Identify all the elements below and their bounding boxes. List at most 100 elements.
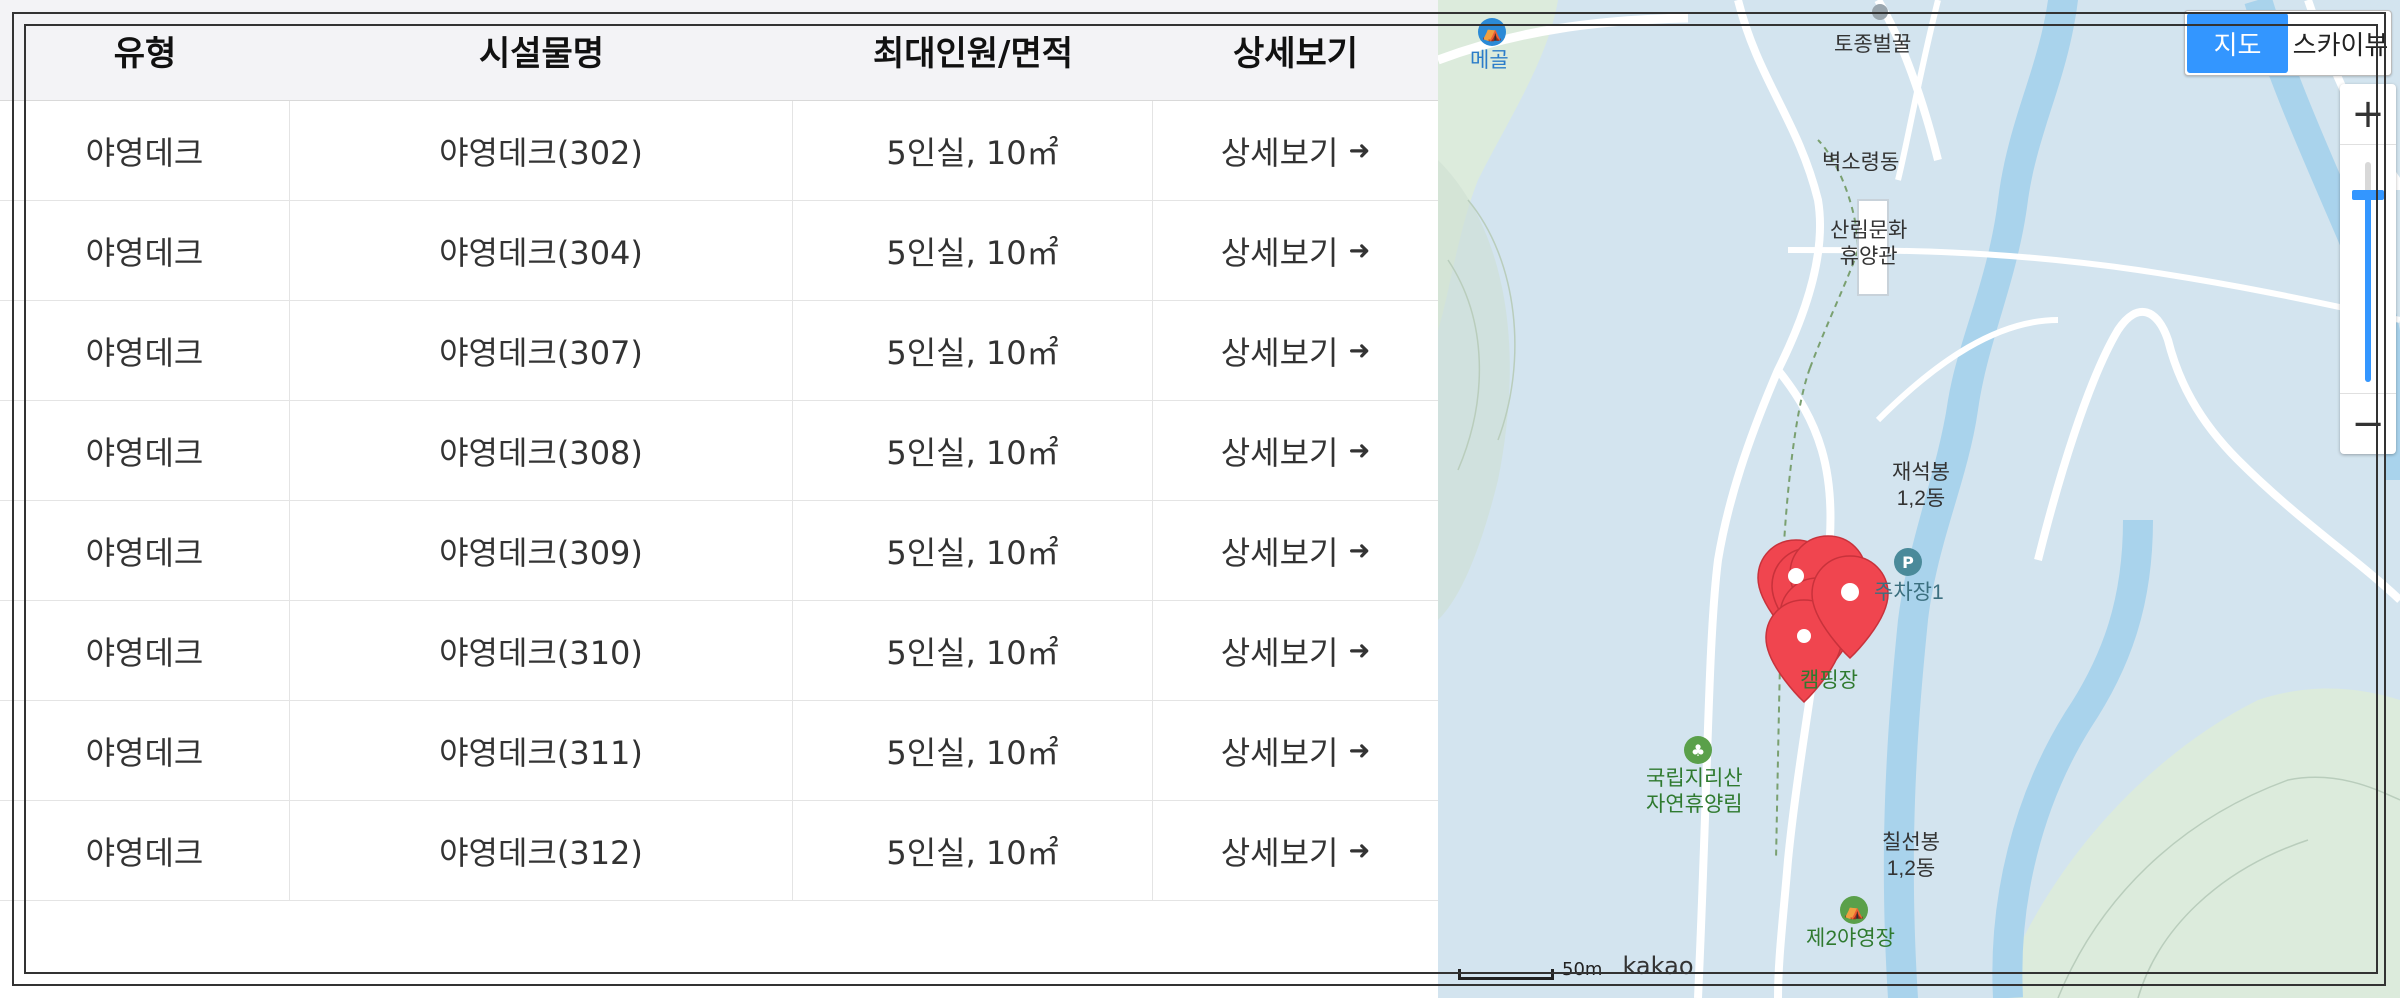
- scale-bar: [1458, 969, 1554, 980]
- kakao-logo: kakao: [1622, 952, 1694, 980]
- detail-link[interactable]: 상세보기 ➜: [1221, 228, 1371, 274]
- map-label-campsite2[interactable]: 제2야영장: [1806, 926, 1895, 952]
- map-view[interactable]: ⛺ 메골 토종벌꿀 벽소령동 산림문화 휴양관 재석봉 1,2동 P 주차장1 …: [1438, 0, 2400, 998]
- cell-name: 야영데크(309): [290, 501, 793, 600]
- campsite2-icon[interactable]: ⛺: [1840, 896, 1868, 924]
- map-type-toggle[interactable]: 지도 스카이뷰: [2184, 10, 2392, 76]
- cell-name: 야영데크(308): [290, 401, 793, 500]
- detail-link-label: 상세보기: [1220, 533, 1339, 572]
- arrow-right-icon: ➜: [1348, 335, 1371, 366]
- arrow-right-icon: ➜: [1348, 435, 1371, 466]
- map-label-tojong[interactable]: 토종벌꿀: [1834, 32, 1911, 58]
- cell-capacity: 5인실, 10㎡: [793, 801, 1153, 900]
- cell-detail: 상세보기 ➜: [1153, 301, 1438, 400]
- cell-type: 야영데크: [0, 201, 290, 300]
- detail-link[interactable]: 상세보기 ➜: [1221, 628, 1371, 674]
- table-row: 야영데크 야영데크(312) 5인실, 10㎡ 상세보기 ➜: [0, 801, 1438, 901]
- map-label-chilseonbong-line2: 1,2동: [1886, 857, 1936, 880]
- map-label-camping[interactable]: 캠핑장: [1800, 668, 1858, 694]
- cell-capacity: 5인실, 10㎡: [793, 701, 1153, 800]
- map-label-chilseonbong[interactable]: 칠선봉 1,2동: [1882, 830, 1940, 882]
- map-label-byeoksoryeong[interactable]: 벽소령동: [1822, 150, 1899, 176]
- zoom-control: + −: [2340, 84, 2396, 454]
- cell-detail: 상세보기 ➜: [1153, 501, 1438, 600]
- cell-detail: 상세보기 ➜: [1153, 601, 1438, 700]
- detail-link-label: 상세보기: [1220, 633, 1339, 672]
- header-capacity: 최대인원/면적: [872, 33, 1074, 74]
- header-type: 유형: [113, 33, 177, 74]
- cell-name: 야영데크(310): [290, 601, 793, 700]
- map-label-sanrim-line2: 휴양관: [1839, 245, 1898, 268]
- cell-name: 야영데크(307): [290, 301, 793, 400]
- zoom-slider-fill: [2365, 195, 2371, 382]
- map-label-jaeseokbong-line1: 재석봉: [1892, 461, 1950, 484]
- header-detail: 상세보기: [1232, 33, 1359, 74]
- cell-type: 야영데크: [0, 701, 290, 800]
- detail-link[interactable]: 상세보기 ➜: [1221, 728, 1371, 774]
- cell-capacity: 5인실, 10㎡: [793, 301, 1153, 400]
- map-type-skyview-button[interactable]: 스카이뷰: [2290, 11, 2391, 75]
- detail-link[interactable]: 상세보기 ➜: [1221, 328, 1371, 374]
- cell-detail: 상세보기 ➜: [1153, 101, 1438, 200]
- zoom-out-button[interactable]: −: [2340, 393, 2396, 454]
- detail-link[interactable]: 상세보기 ➜: [1221, 528, 1371, 574]
- arrow-right-icon: ➜: [1348, 235, 1371, 266]
- cell-detail: 상세보기 ➜: [1153, 201, 1438, 300]
- table-row: 야영데크 야영데크(308) 5인실, 10㎡ 상세보기 ➜: [0, 401, 1438, 501]
- detail-link[interactable]: 상세보기 ➜: [1221, 828, 1371, 874]
- detail-link-label: 상세보기: [1220, 133, 1339, 172]
- map-label-forest[interactable]: 국립지리산 자연휴양림: [1646, 766, 1743, 818]
- map-label-sanrim[interactable]: 산림문화 휴양관: [1830, 218, 1907, 270]
- cell-type: 야영데크: [0, 801, 290, 900]
- map-label-parking[interactable]: 주차장1: [1874, 580, 1944, 606]
- zoom-slider-handle[interactable]: [2352, 190, 2384, 200]
- cell-name: 야영데크(312): [290, 801, 793, 900]
- parking-icon[interactable]: P: [1894, 548, 1922, 576]
- cell-type: 야영데크: [0, 101, 290, 200]
- map-scale: 50m kakao: [1458, 952, 1694, 980]
- table-row: 야영데크 야영데크(302) 5인실, 10㎡ 상세보기 ➜: [0, 101, 1438, 201]
- cell-name: 야영데크(304): [290, 201, 793, 300]
- scale-label: 50m: [1562, 959, 1603, 980]
- arrow-right-icon: ➜: [1348, 835, 1371, 866]
- map-label-chilseonbong-line1: 칠선봉: [1882, 831, 1940, 854]
- detail-link-label: 상세보기: [1220, 433, 1339, 472]
- table-row: 야영데크 야영데크(307) 5인실, 10㎡ 상세보기 ➜: [0, 301, 1438, 401]
- map-label-forest-line2: 자연휴양림: [1646, 793, 1743, 816]
- map-label-megol[interactable]: 메골: [1470, 48, 1509, 74]
- cell-capacity: 5인실, 10㎡: [793, 101, 1153, 200]
- cell-detail: 상세보기 ➜: [1153, 401, 1438, 500]
- map-type-map-button[interactable]: 지도: [2187, 13, 2288, 73]
- cell-type: 야영데크: [0, 501, 290, 600]
- cell-capacity: 5인실, 10㎡: [793, 601, 1153, 700]
- table-row: 야영데크 야영데크(309) 5인실, 10㎡ 상세보기 ➜: [0, 501, 1438, 601]
- zoom-in-button[interactable]: +: [2340, 84, 2396, 145]
- detail-link-label: 상세보기: [1220, 233, 1339, 272]
- forest-icon[interactable]: ♣: [1684, 736, 1712, 764]
- cell-type: 야영데크: [0, 401, 290, 500]
- table-row: 야영데크 야영데크(310) 5인실, 10㎡ 상세보기 ➜: [0, 601, 1438, 701]
- header-name: 시설물명: [478, 33, 605, 74]
- campsite-icon[interactable]: ⛺: [1478, 18, 1506, 46]
- cell-type: 야영데크: [0, 301, 290, 400]
- cell-name: 야영데크(302): [290, 101, 793, 200]
- arrow-right-icon: ➜: [1348, 135, 1371, 166]
- map-label-forest-line1: 국립지리산: [1646, 767, 1743, 790]
- detail-link-label: 상세보기: [1220, 833, 1339, 872]
- map-label-sanrim-line1: 산림문화: [1830, 219, 1908, 242]
- arrow-right-icon: ➜: [1348, 735, 1371, 766]
- table-row: 야영데크 야영데크(311) 5인실, 10㎡ 상세보기 ➜: [0, 701, 1438, 801]
- cell-type: 야영데크: [0, 601, 290, 700]
- cell-capacity: 5인실, 10㎡: [793, 201, 1153, 300]
- table-header: 유형 시설물명 최대인원/면적 상세보기: [0, 0, 1438, 101]
- cell-detail: 상세보기 ➜: [1153, 801, 1438, 900]
- cell-capacity: 5인실, 10㎡: [793, 401, 1153, 500]
- map-label-jaeseokbong-line2: 1,2동: [1896, 487, 1946, 510]
- arrow-right-icon: ➜: [1348, 635, 1371, 666]
- detail-link[interactable]: 상세보기 ➜: [1221, 128, 1371, 174]
- detail-link-label: 상세보기: [1220, 333, 1339, 372]
- detail-link-label: 상세보기: [1220, 733, 1339, 772]
- map-label-jaeseokbong[interactable]: 재석봉 1,2동: [1892, 460, 1950, 512]
- detail-link[interactable]: 상세보기 ➜: [1221, 428, 1371, 474]
- facility-table: 유형 시설물명 최대인원/면적 상세보기 야영데크 야영데크(302) 5인실, 1…: [0, 0, 1438, 998]
